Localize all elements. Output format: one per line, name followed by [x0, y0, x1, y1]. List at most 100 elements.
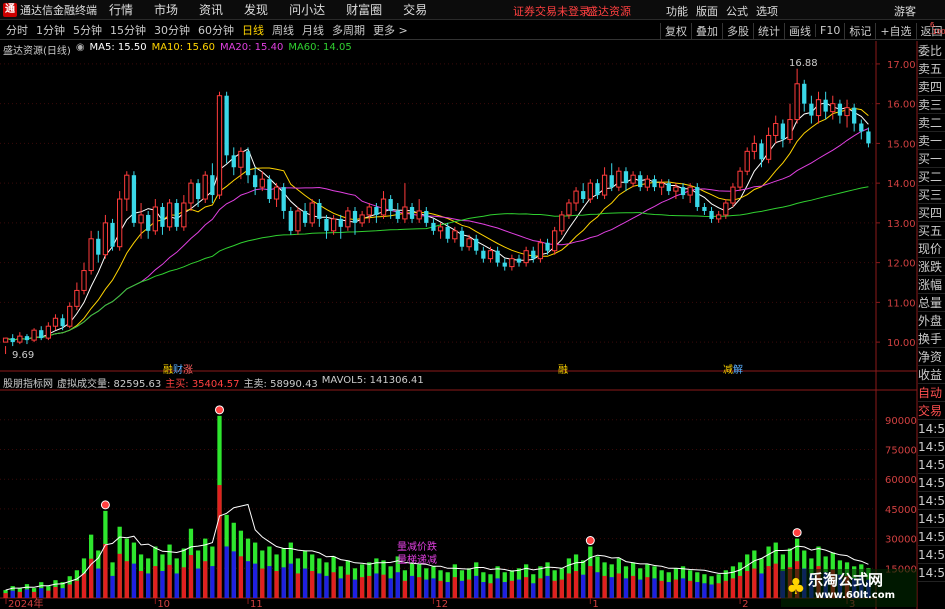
sidebar-item[interactable]: 14:56	[918, 492, 945, 510]
sidebar-item[interactable]: 14:56	[918, 564, 945, 582]
candle-body-up	[601, 174, 608, 196]
sidebar-item: 卖二	[918, 114, 945, 132]
volume-bar-inner	[124, 561, 129, 598]
candle-body-up	[295, 210, 301, 232]
sidebar-item: 现价	[918, 240, 945, 258]
price-tick-label: 17.00	[887, 60, 916, 71]
candle-body-down	[10, 338, 15, 343]
sidebar-item: 买一	[918, 150, 945, 168]
volume-bar-inner	[438, 580, 443, 598]
candle-body-up	[124, 174, 130, 200]
candle-body-up	[487, 250, 494, 260]
candle-body-up	[366, 206, 372, 216]
candle-body-up	[31, 329, 37, 341]
volume-bar-inner	[588, 566, 593, 598]
sidebar-item: 卖三	[918, 96, 945, 114]
volume-bar-inner	[623, 578, 629, 598]
candle-body-up	[573, 190, 579, 204]
volume-bar-inner	[117, 553, 122, 598]
price-tick-label: 12.00	[887, 259, 916, 270]
volume-bar-inner	[474, 575, 479, 598]
candle-body-down	[288, 210, 293, 231]
candle-body-down	[609, 175, 614, 188]
candle-body-down	[210, 175, 215, 196]
volume-bar-inner	[545, 575, 550, 598]
volume-bar-inner	[331, 572, 336, 598]
sidebar-item[interactable]: 14:56	[918, 474, 945, 492]
candle-body-down	[424, 210, 429, 223]
candle-body-down	[338, 218, 343, 227]
candle-body-down	[859, 123, 864, 132]
sidebar-item: 换手	[918, 330, 945, 348]
candle-body-down	[224, 95, 229, 156]
price-tick-label: 15.00	[887, 139, 916, 150]
volume-bar-inner	[253, 563, 258, 598]
volume-bar-inner	[39, 588, 44, 598]
volume-bar-inner	[531, 583, 536, 598]
candle-body-up	[273, 186, 280, 200]
sidebar-item[interactable]: 14:56	[918, 510, 945, 528]
volume-bar-inner	[431, 578, 436, 598]
candle-body-down	[531, 250, 536, 259]
volume-bar-inner	[24, 589, 30, 598]
candle-body-down	[481, 250, 486, 259]
volume-bar-inner	[367, 575, 372, 598]
candle-body-down	[866, 131, 871, 144]
volume-bar-inner	[559, 579, 564, 598]
volume-bar-inner	[17, 591, 22, 598]
volume-bar-inner	[737, 575, 743, 598]
sidebar-item: 外盘	[918, 312, 945, 330]
sidebar-item[interactable]: 自动	[918, 384, 945, 402]
sidebar-item: 卖四	[918, 78, 945, 96]
volume-bar-inner	[716, 583, 721, 598]
event-tag-1: 融财涨	[163, 361, 193, 376]
sidebar-item: 买二	[918, 168, 945, 186]
candle-body-down	[780, 123, 785, 140]
volume-bar-inner	[409, 575, 415, 598]
volume-bar-inner	[110, 575, 115, 598]
volume-bar-inner	[417, 577, 422, 598]
volume-bar-inner	[302, 568, 308, 598]
candle-body-down	[174, 203, 179, 227]
volume-bar-inner	[573, 570, 579, 598]
volume-bar-inner	[53, 586, 58, 598]
volume-bar-inner	[153, 566, 158, 598]
candle-body-down	[802, 83, 807, 104]
volume-bar-inner	[388, 578, 393, 598]
sidebar-item: 卖五	[918, 60, 945, 78]
volume-bar-inner	[345, 574, 350, 598]
volume-bar-inner	[652, 578, 657, 598]
sidebar-item: 涨幅	[918, 276, 945, 294]
ma10-line	[5, 107, 869, 341]
date-tick-label: 10	[157, 599, 170, 609]
candle-body-up	[45, 325, 51, 339]
candle-body-down	[195, 183, 201, 200]
event-tag-2: 融	[558, 365, 568, 376]
candle-body-up	[52, 317, 59, 327]
volume-bar-inner	[338, 578, 343, 598]
candle-body-up	[380, 198, 387, 216]
candle-body-up	[216, 95, 223, 196]
volume-annotation-2: 量梯递减	[397, 555, 437, 566]
candle-body-up	[437, 226, 444, 232]
sidebar-item[interactable]: 14:56	[918, 420, 945, 438]
sidebar-item[interactable]: 14:56	[918, 438, 945, 456]
volume-bar-inner	[752, 568, 757, 598]
candle-body-up	[152, 206, 158, 232]
sidebar-item[interactable]: 14:56	[918, 546, 945, 564]
volume-bar-inner	[146, 573, 151, 598]
candle-body-down	[445, 226, 450, 239]
date-tick-label: 2024年	[8, 597, 43, 609]
sidebar-item[interactable]: 14:56	[918, 528, 945, 546]
candle-body-up	[238, 150, 244, 168]
candle-body-down	[302, 210, 308, 223]
volume-bar-inner	[616, 573, 621, 598]
volume-bar-inner	[566, 573, 572, 598]
candle-body-down	[652, 179, 657, 188]
stock-chart[interactable]: 17.00 16.00 15.00 14.00 13.00 12.00 11.00 10.00…	[0, 0, 945, 609]
sidebar-item[interactable]: 14:56	[918, 456, 945, 474]
volume-bar-inner	[352, 579, 358, 598]
sidebar-item[interactable]: 交易	[918, 402, 945, 420]
candle-body-down	[809, 103, 814, 116]
volume-bar-inner	[238, 556, 244, 598]
